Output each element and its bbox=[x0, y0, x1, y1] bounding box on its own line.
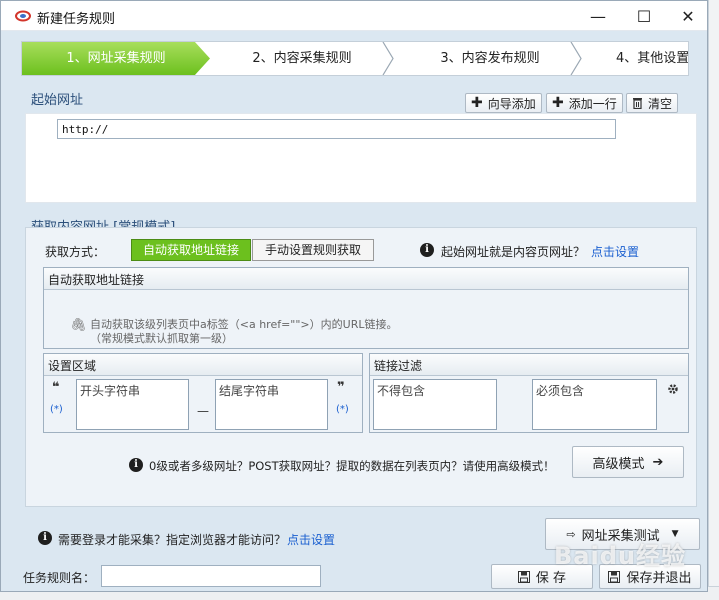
start-url-is-content-hint: 起始网址就是内容页网址？ bbox=[441, 245, 586, 259]
auto-link-mode-button[interactable]: 自动获取地址链接 bbox=[131, 239, 251, 261]
end-string-input[interactable]: 结尾字符串 bbox=[215, 379, 328, 430]
plus-icon: ✚ bbox=[552, 95, 564, 111]
info-icon: i bbox=[129, 458, 143, 472]
new-task-rule-dialog: 新建任务规则 — ☐ ✕ 1、网址采集规则 2、内容采集规则 3、内容发布规则 … bbox=[0, 0, 708, 592]
advanced-mode-hint: 0级或者多级网址？POST获取网址？提取的数据在列表页内？请使用高级模式！ bbox=[149, 459, 555, 473]
clear-label: 清空 bbox=[648, 96, 673, 111]
step-separator-icon bbox=[570, 42, 582, 75]
arrow-right-icon: ➔ bbox=[652, 454, 664, 470]
wizard-add-label: 向导添加 bbox=[487, 96, 536, 111]
rule-name-label: 任务规则名： bbox=[23, 571, 96, 585]
rule-name-input[interactable] bbox=[101, 565, 321, 587]
exclude-filter-input[interactable]: 不得包含 bbox=[373, 379, 497, 430]
region-box: 设置区域 ❝ (*) 开头字符串 — 结尾字符串 ❞ (*) bbox=[43, 353, 363, 433]
background-window-right bbox=[708, 0, 719, 600]
include-filter-input[interactable]: 必须包含 bbox=[532, 379, 657, 430]
save-icon bbox=[608, 570, 621, 583]
title-bar: 新建任务规则 — ☐ ✕ bbox=[1, 1, 707, 31]
info-icon: i bbox=[38, 531, 52, 545]
start-url-input[interactable]: http:// bbox=[57, 119, 616, 139]
add-row-label: 添加一行 bbox=[568, 96, 617, 111]
start-wildcard-button[interactable]: (*) bbox=[50, 404, 63, 415]
wizard-step-2[interactable]: 2、内容采集规则 bbox=[212, 42, 392, 75]
wizard-steps: 1、网址采集规则 2、内容采集规则 3、内容发布规则 4、其他设置 bbox=[21, 41, 689, 76]
wizard-add-button[interactable]: ✚ 向导添加 bbox=[465, 93, 542, 113]
gear-icon[interactable] bbox=[667, 383, 679, 395]
info-icon: i bbox=[420, 243, 434, 257]
open-quote-icon: ❝ bbox=[52, 380, 60, 395]
region-box-title: 设置区域 bbox=[44, 354, 362, 376]
start-url-label: 起始网址 bbox=[31, 93, 84, 108]
close-quote-icon: ❞ bbox=[337, 380, 345, 395]
start-url-is-content-link[interactable]: 点击设置 bbox=[591, 243, 639, 260]
clear-button[interactable]: 清空 bbox=[626, 93, 679, 113]
wizard-step-3[interactable]: 3、内容发布规则 bbox=[400, 42, 580, 75]
manual-rule-mode-button[interactable]: 手动设置规则获取 bbox=[252, 239, 374, 261]
auto-link-box-title: 自动获取地址链接 bbox=[44, 268, 688, 290]
close-button[interactable]: ✕ bbox=[665, 1, 711, 31]
login-settings-link[interactable]: 点击设置 bbox=[287, 531, 335, 548]
advanced-mode-button[interactable]: 高级模式 ➔ bbox=[572, 446, 684, 478]
add-row-button[interactable]: ✚ 添加一行 bbox=[546, 93, 623, 113]
end-wildcard-button[interactable]: (*) bbox=[336, 404, 349, 415]
fetch-mode-label: 获取方式： bbox=[45, 245, 106, 259]
maximize-button[interactable]: ☐ bbox=[621, 1, 667, 31]
paperclip-icon: 🖇 bbox=[70, 318, 87, 333]
wizard-step-1[interactable]: 1、网址采集规则 bbox=[22, 42, 210, 75]
baidu-watermark: Baidu经验 bbox=[554, 542, 686, 570]
wizard-step-4[interactable]: 4、其他设置 bbox=[588, 42, 688, 75]
range-dash: — bbox=[197, 404, 209, 418]
app-logo-icon bbox=[15, 10, 31, 22]
link-filter-box-title: 链接过滤 bbox=[370, 354, 688, 376]
auto-link-note: （常规模式默认抓取第一级） bbox=[90, 332, 233, 345]
trash-icon bbox=[633, 98, 642, 109]
plus-icon: ✚ bbox=[471, 95, 483, 111]
save-icon bbox=[517, 570, 530, 583]
auto-link-box: 自动获取地址链接 🖇 自动获取该级列表页中a标签（<a href="">）内的U… bbox=[43, 267, 689, 349]
link-filter-box: 链接过滤 不得包含 必须包含 bbox=[369, 353, 689, 433]
start-string-input[interactable]: 开头字符串 bbox=[76, 379, 189, 430]
step-separator-icon bbox=[382, 42, 394, 75]
minimize-button[interactable]: — bbox=[575, 1, 621, 31]
advanced-mode-label: 高级模式 bbox=[592, 456, 645, 472]
window-title: 新建任务规则 bbox=[37, 12, 116, 27]
login-hint: 需要登录才能采集？指定浏览器才能访问？ bbox=[58, 533, 287, 547]
